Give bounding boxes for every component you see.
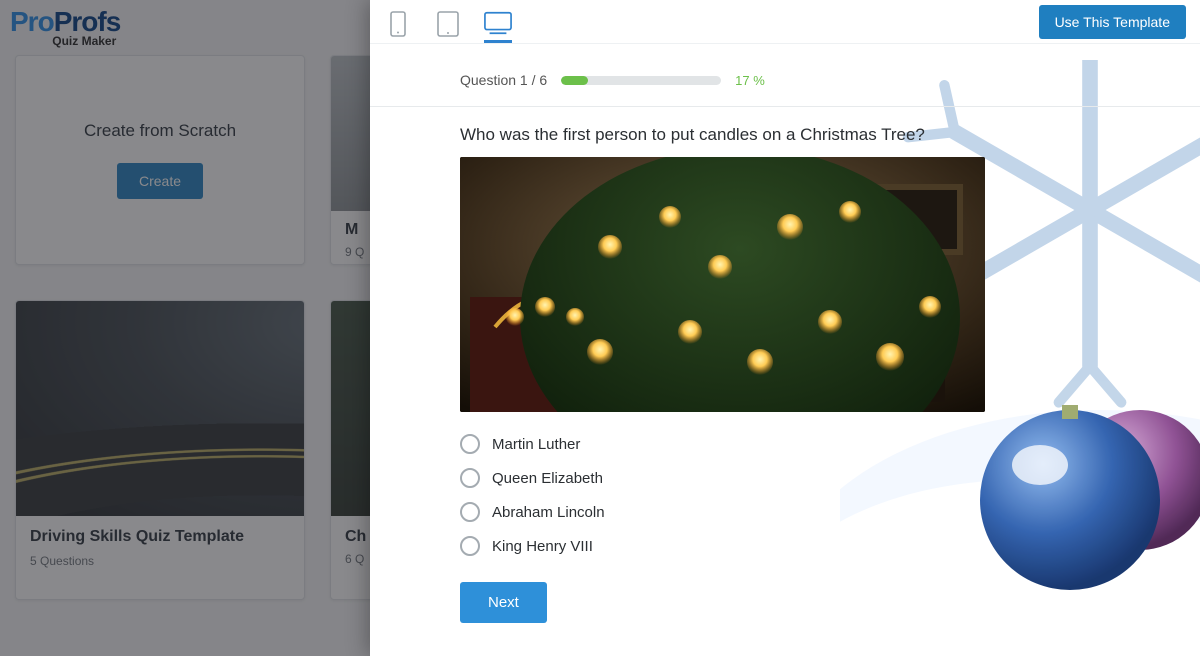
progress-bar-fill (561, 76, 588, 85)
use-this-template-button[interactable]: Use This Template (1039, 5, 1186, 39)
device-preview-tabs (384, 0, 512, 43)
radio-icon (460, 536, 480, 556)
radio-icon (460, 434, 480, 454)
question-text: Who was the first person to put candles … (460, 125, 1110, 145)
answer-list: Martin Luther Queen Elizabeth Abraham Li… (460, 434, 1110, 556)
answer-option[interactable]: King Henry VIII (460, 536, 1110, 556)
radio-icon (460, 468, 480, 488)
progress-row: Question 1 / 6 17 % (460, 72, 1110, 88)
next-button[interactable]: Next (460, 582, 547, 623)
phone-icon (390, 11, 406, 37)
template-preview-modal: Use This Template Question 1 / 6 17 % Wh… (370, 0, 1200, 656)
answer-label: King Henry VIII (492, 538, 593, 555)
phone-preview-tab[interactable] (384, 5, 412, 43)
quiz-preview: Question 1 / 6 17 % Who was the first pe… (370, 44, 1200, 623)
answer-label: Queen Elizabeth (492, 470, 603, 487)
question-image (460, 157, 985, 412)
progress-bar (561, 76, 721, 85)
answer-option[interactable]: Martin Luther (460, 434, 1110, 454)
answer-option[interactable]: Queen Elizabeth (460, 468, 1110, 488)
question-counter: Question 1 / 6 (460, 72, 547, 88)
progress-percent: 17 % (735, 73, 765, 88)
tablet-icon (437, 11, 459, 37)
divider (370, 106, 1200, 107)
radio-icon (460, 502, 480, 522)
tablet-preview-tab[interactable] (434, 5, 462, 43)
desktop-icon (484, 11, 512, 35)
answer-option[interactable]: Abraham Lincoln (460, 502, 1110, 522)
desktop-preview-tab[interactable] (484, 5, 512, 43)
answer-label: Abraham Lincoln (492, 504, 605, 521)
answer-label: Martin Luther (492, 436, 580, 453)
